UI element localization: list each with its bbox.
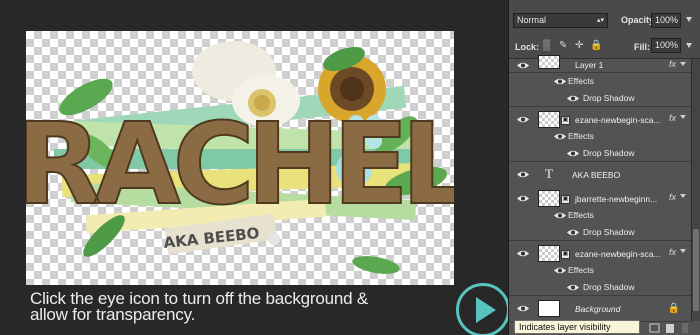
drop-shadow-label: Drop Shadow [583,148,635,158]
smart-object-icon: ▣ [561,116,570,125]
effect-row[interactable]: Drop Shadow [509,279,692,296]
eye-icon[interactable] [566,283,580,292]
layer-name: jbarrette-newbeginn... [575,194,658,204]
lock-all-icon[interactable]: 🔒 [590,41,602,51]
layer-row[interactable]: T AKA BEEBO [509,162,692,188]
layers-panel-header: Normal ▴▾ Opacity: 100% Lock: ▒ ✎ ✛ 🔒 Fi… [509,0,700,59]
eye-icon[interactable] [566,94,580,103]
type-layer-icon: T [545,166,553,181]
blend-mode-select[interactable]: Normal ▴▾ [513,13,608,28]
fx-icon[interactable]: fx [669,59,676,69]
eye-icon[interactable] [516,304,530,313]
eye-icon[interactable] [516,194,530,203]
eye-icon[interactable] [553,266,567,275]
effect-row[interactable]: Drop Shadow [509,224,692,241]
effect-row[interactable]: Drop Shadow [509,145,692,162]
eye-icon[interactable] [516,61,530,70]
eye-icon[interactable] [553,132,567,141]
select-arrows-icon: ▴▾ [596,17,604,24]
new-layer-icon[interactable] [649,323,660,333]
effects-row[interactable]: Effects [509,128,692,145]
white-button [268,233,280,245]
lock-transparent-icon[interactable]: ▒ [543,41,553,51]
fill-input[interactable]: 100% [651,38,681,53]
opacity-value: 100% [655,15,679,25]
blend-mode-value: Normal [517,15,547,25]
layer-thumbnail [538,245,560,262]
artwork-title: RACHEL [26,100,454,230]
effects-label: Effects [568,265,594,275]
scrapbook-artwork: RACHEL AKA BEEBO [26,41,454,274]
effects-label: Effects [568,76,594,86]
layer-thumbnail [538,190,560,207]
background-layer-row[interactable]: Background 🔒 [509,296,692,322]
eye-icon[interactable] [566,228,580,237]
layer-thumbnail [538,111,560,128]
smart-object-icon: ▣ [561,195,570,204]
eye-icon[interactable] [553,211,567,220]
eye-icon[interactable] [516,170,530,179]
lock-icon: 🔒 [667,303,680,314]
play-button[interactable] [456,283,510,335]
eye-icon[interactable] [553,77,567,86]
effects-row[interactable]: Effects [509,262,692,279]
play-icon [476,297,496,323]
smart-object-icon: ▣ [561,250,570,259]
layers-scrollbar[interactable] [691,59,700,321]
drop-shadow-label: Drop Shadow [583,227,635,237]
layer-thumbnail [538,300,560,317]
layer-name: Background [575,304,621,314]
eye-icon[interactable] [516,249,530,258]
chevron-down-icon[interactable] [680,249,686,253]
layer-name: Layer 1 [575,60,604,70]
layer-row[interactable]: Layer 1 fx [509,55,692,73]
document-canvas: RACHEL AKA BEEBO [26,31,454,285]
effects-label: Effects [568,131,594,141]
opacity-dropdown-icon[interactable] [686,17,692,22]
layer-name: AKA BEEBO [572,170,621,180]
lock-label: Lock: [515,42,540,52]
fill-value: 100% [655,40,679,50]
effects-row[interactable]: Effects [509,73,692,90]
lock-position-icon[interactable]: ✛ [575,41,585,51]
fx-icon[interactable]: fx [669,247,676,257]
chevron-down-icon[interactable] [680,194,686,198]
layer-name: ezane-newbegin-sca... [575,115,661,125]
tutorial-screenshot: RACHEL AKA BEEBO Click the eye icon to t… [0,0,700,335]
effects-label: Effects [568,210,594,220]
drop-shadow-label: Drop Shadow [583,93,635,103]
lock-image-icon[interactable]: ✎ [559,41,569,51]
chevron-down-icon[interactable] [680,62,686,66]
tooltip: Indicates layer visibility [514,320,640,334]
scrollbar-thumb[interactable] [693,229,699,311]
panel-footer-icons [649,323,688,333]
fill-label: Fill: [634,42,650,52]
tutorial-caption: Click the eye icon to turn off the backg… [30,290,460,324]
fx-icon[interactable]: fx [669,192,676,202]
layers-panel: Normal ▴▾ Opacity: 100% Lock: ▒ ✎ ✛ 🔒 Fi… [508,0,700,335]
layer-name: ezane-newbegin-sca... [575,249,661,259]
trash-icon[interactable] [666,324,674,333]
resize-grip-icon[interactable] [682,323,688,333]
caption-line-2: allow for transparency. [30,305,196,324]
eye-icon[interactable] [516,115,530,124]
effects-row[interactable]: Effects [509,207,692,224]
layer-thumbnail [538,55,560,69]
chevron-down-icon[interactable] [680,115,686,119]
eye-icon[interactable] [566,149,580,158]
drop-shadow-label: Drop Shadow [583,282,635,292]
fill-dropdown-icon[interactable] [686,43,692,48]
fx-icon[interactable]: fx [669,113,676,123]
opacity-input[interactable]: 100% [651,13,681,28]
effect-row[interactable]: Drop Shadow [509,90,692,107]
